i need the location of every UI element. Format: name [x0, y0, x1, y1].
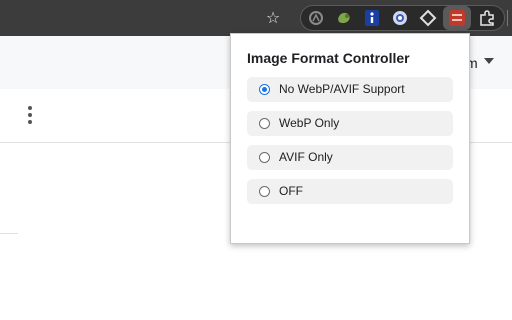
- globe-extension-icon[interactable]: [391, 9, 409, 27]
- radio-button[interactable]: [259, 186, 270, 197]
- puzzle-extensions-icon[interactable]: [478, 9, 496, 27]
- option-avif-only[interactable]: AVIF Only: [247, 145, 453, 170]
- leaf-extension-icon[interactable]: [335, 9, 353, 27]
- radio-button[interactable]: [259, 118, 270, 129]
- diamond-extension-icon[interactable]: [419, 9, 437, 27]
- info-extension-icon[interactable]: [363, 9, 381, 27]
- circle-extension-icon[interactable]: [307, 9, 325, 27]
- option-label: OFF: [279, 184, 303, 198]
- toolbar-divider: [507, 10, 508, 26]
- divider: [0, 233, 18, 234]
- radio-button[interactable]: [259, 84, 270, 95]
- radio-button[interactable]: [259, 152, 270, 163]
- option-label: AVIF Only: [279, 150, 333, 164]
- webp-avif-extension-icon[interactable]: [448, 9, 466, 27]
- option-off[interactable]: OFF: [247, 179, 453, 204]
- chevron-down-icon[interactable]: [484, 58, 494, 64]
- option-no-webp-avif[interactable]: No WebP/AVIF Support: [247, 77, 453, 102]
- more-options-icon[interactable]: [26, 106, 34, 126]
- option-label: WebP Only: [279, 116, 340, 130]
- bookmark-star-icon[interactable]: ☆: [263, 8, 283, 28]
- popup-title: Image Format Controller: [247, 50, 410, 66]
- image-format-popup: Image Format Controller No WebP/AVIF Sup…: [230, 33, 470, 244]
- option-label: No WebP/AVIF Support: [279, 82, 405, 96]
- option-webp-only[interactable]: WebP Only: [247, 111, 453, 136]
